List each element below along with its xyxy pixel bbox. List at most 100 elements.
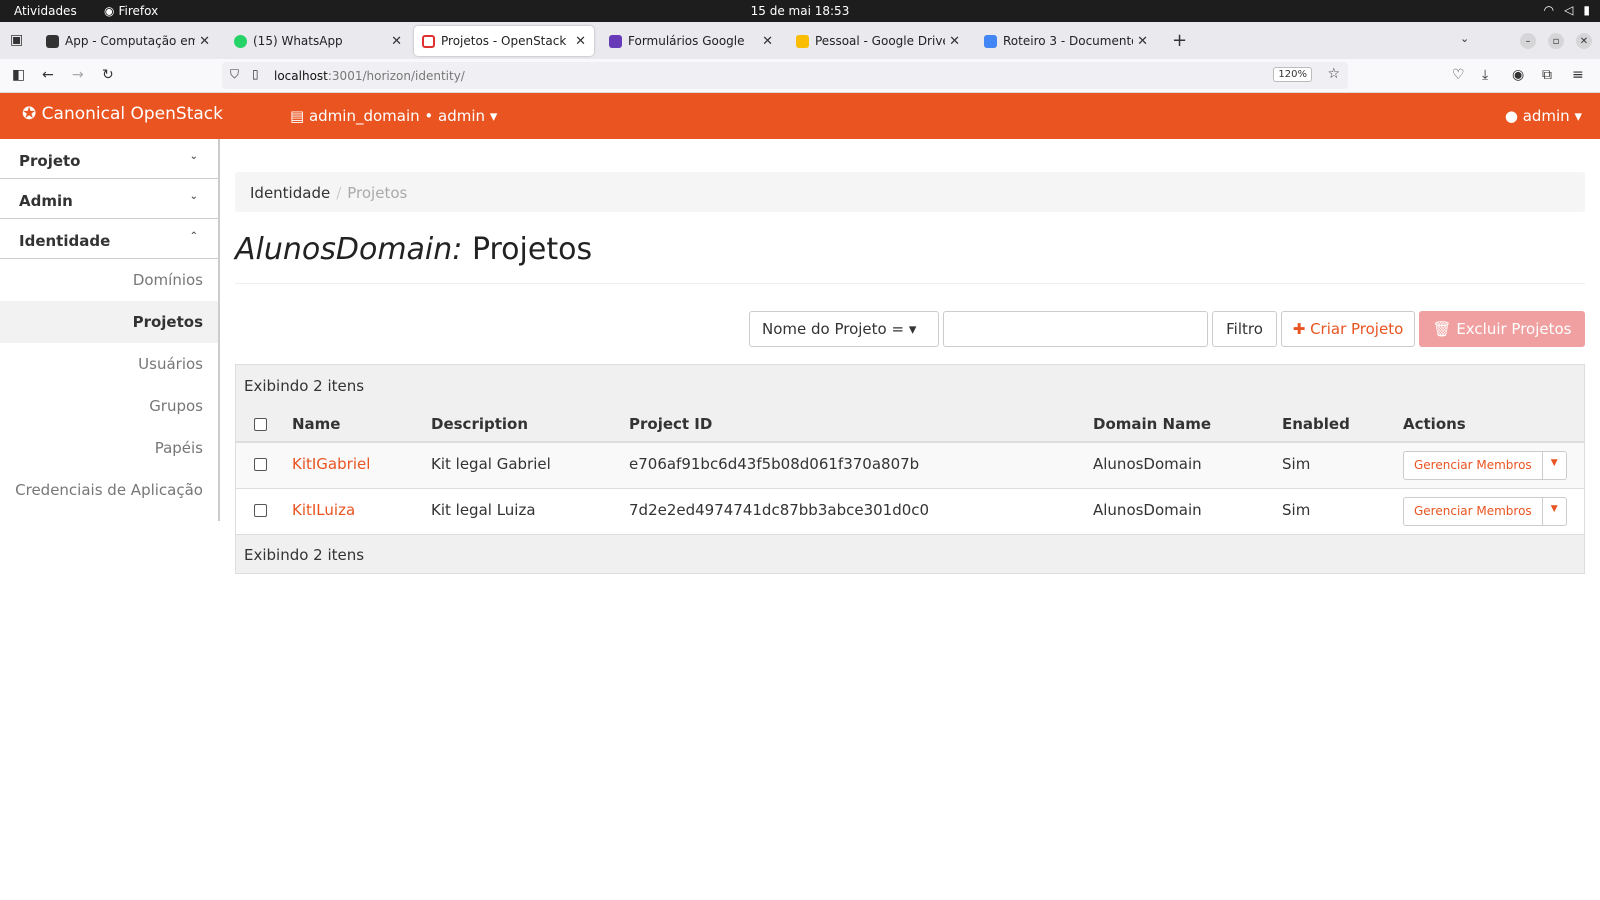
browser-nav-bar: ◧ ← → ↻ ⛉ ▯ localhost:3001/horizon/ident… — [0, 59, 1600, 93]
domain-project-selector[interactable]: ▤ admin_domain • admin ▾ — [290, 107, 497, 125]
create-project-label: Criar Projeto — [1310, 320, 1404, 338]
new-tab-icon[interactable]: + — [1172, 30, 1187, 51]
project-name-link[interactable]: KitIGabriel — [292, 455, 370, 473]
breadcrumb-root[interactable]: Identidade — [250, 184, 330, 202]
menu-icon[interactable]: ≡ — [1572, 67, 1584, 83]
browser-tab-0[interactable]: App - Computação em Nu✕ — [38, 26, 218, 56]
row-actions-dropdown-icon[interactable]: ▼ — [1543, 452, 1566, 479]
tab-list-icon[interactable]: ⌄ — [1460, 32, 1469, 45]
browser-tab-bar: ▣ App - Computação em Nu✕ (15) WhatsApp✕… — [0, 22, 1600, 59]
clock[interactable]: 15 de mai 18:53 — [0, 4, 1600, 18]
download-icon[interactable]: ⤓ — [1482, 67, 1488, 83]
brand-logo[interactable]: ✪ Canonical OpenStack — [22, 104, 223, 124]
table-actions: Nome do Projeto = ▾ Filtro ✚ Criar Proje… — [235, 284, 1585, 364]
table-footer: Exibindo 2 itens — [236, 535, 1584, 573]
sidebar-item-usuarios[interactable]: Usuários — [0, 343, 218, 385]
close-tab-icon[interactable]: ✕ — [575, 34, 586, 49]
close-tab-icon[interactable]: ✕ — [949, 34, 960, 49]
openstack-header: ✪ Canonical OpenStack ▤ admin_domain • a… — [0, 93, 1600, 139]
minimize-icon[interactable]: – — [1520, 33, 1536, 49]
table-row: KitIGabriel Kit legal Gabriel e706af91bc… — [236, 443, 1584, 489]
column-header-description[interactable]: Description — [431, 415, 528, 433]
user-icon: ● — [1504, 107, 1518, 125]
table-row: KitILuiza Kit legal Luiza 7d2e2ed4974741… — [236, 489, 1584, 535]
row-checkbox[interactable] — [254, 504, 267, 517]
folder-icon: ▤ — [290, 107, 305, 125]
manage-members-button[interactable]: Gerenciar Membros — [1404, 498, 1543, 525]
sidebar-section-admin[interactable]: Admin ⌄ — [0, 179, 218, 219]
filter-button[interactable]: Filtro — [1212, 311, 1277, 347]
sidebar-item-papeis[interactable]: Papéis — [0, 427, 218, 469]
tab-title: Formulários Google — [628, 34, 745, 48]
shield-icon[interactable]: ⛉ — [230, 67, 239, 82]
project-id: e706af91bc6d43f5b08d061f370a807b — [629, 455, 920, 473]
manage-members-button[interactable]: Gerenciar Membros — [1404, 452, 1543, 479]
sidebar-item-projetos[interactable]: Projetos — [0, 301, 218, 343]
user-menu[interactable]: ● admin ▾ — [1505, 107, 1582, 125]
section-label: Projeto — [19, 152, 81, 170]
system-top-bar: Atividades ◉ Firefox 15 de mai 18:53 ◠ ◁ ▮ — [0, 0, 1600, 22]
extensions-icon[interactable]: ⧉ — [1542, 67, 1552, 83]
tab-favicon — [984, 34, 997, 48]
sidebar-section-identidade[interactable]: Identidade ⌃ — [0, 219, 218, 259]
project-enabled: Sim — [1282, 501, 1311, 519]
column-header-domain-name[interactable]: Domain Name — [1093, 415, 1211, 433]
column-header-project-id[interactable]: Project ID — [629, 415, 712, 433]
delete-projects-button[interactable]: 🗑 Excluir Projetos — [1419, 311, 1585, 347]
reload-icon[interactable]: ↻ — [102, 67, 114, 83]
sidebar-toggle-icon[interactable]: ◧ — [12, 67, 25, 83]
chevron-down-icon: ⌄ — [189, 151, 198, 162]
tab-overview-icon[interactable]: ▣ — [10, 32, 23, 48]
browser-tab-5[interactable]: Roteiro 3 - Documentos G ✕ — [976, 26, 1156, 56]
column-header-enabled[interactable]: Enabled — [1282, 415, 1350, 433]
row-checkbox[interactable] — [254, 458, 267, 471]
caret-down-icon: ▾ — [489, 107, 498, 125]
breadcrumb: Identidade / Projetos — [235, 172, 1585, 212]
close-window-icon[interactable]: ✕ — [1576, 33, 1592, 49]
project-name-link[interactable]: KitILuiza — [292, 501, 355, 519]
close-tab-icon[interactable]: ✕ — [762, 34, 773, 49]
forward-icon[interactable]: → — [72, 67, 84, 83]
url-path: :3001/horizon/identity/ — [327, 68, 465, 83]
sidebar-item-credenciais[interactable]: Credenciais de Aplicação — [0, 469, 218, 511]
manage-members-button-group: Gerenciar Membros ▼ — [1403, 451, 1567, 480]
close-tab-icon[interactable]: ✕ — [391, 34, 402, 49]
row-actions-dropdown-icon[interactable]: ▼ — [1543, 498, 1566, 525]
filter-field-select[interactable]: Nome do Projeto = ▾ — [749, 311, 939, 347]
system-tray[interactable]: ◠ ◁ ▮ — [1544, 3, 1590, 17]
close-tab-icon[interactable]: ✕ — [1137, 34, 1148, 49]
bookmark-star-icon[interactable]: ☆ — [1327, 66, 1340, 82]
tab-title: Roteiro 3 - Documentos G — [1003, 34, 1133, 48]
zoom-indicator[interactable]: 120% — [1273, 67, 1312, 82]
openstack-logo-icon: ✪ — [22, 104, 37, 124]
manage-members-button-group: Gerenciar Membros ▼ — [1403, 497, 1567, 526]
url-bar[interactable]: ⛉ ▯ localhost:3001/horizon/identity/ 120… — [222, 62, 1348, 89]
section-label: Admin — [19, 192, 73, 210]
filter-input[interactable] — [943, 311, 1208, 347]
browser-tab-3[interactable]: Formulários Google ✕ — [601, 26, 781, 56]
pocket-icon[interactable]: ♡ — [1452, 67, 1465, 83]
column-header-name[interactable]: Name — [292, 415, 340, 433]
browser-tab-2[interactable]: Projetos - OpenStack Das ✕ — [414, 26, 594, 56]
browser-tab-4[interactable]: Pessoal - Google Drive ✕ — [788, 26, 968, 56]
page-info-icon[interactable]: ▯ — [252, 67, 259, 81]
account-icon[interactable]: ◉ — [1512, 67, 1524, 83]
tab-favicon — [422, 34, 435, 48]
sidebar-item-dominios[interactable]: Domínios — [0, 259, 218, 301]
sidebar: Projeto ⌄ Admin ⌄ Identidade ⌃ Domínios Pro… — [0, 139, 220, 521]
maximize-icon[interactable]: ▫ — [1548, 33, 1564, 49]
sidebar-item-grupos[interactable]: Grupos — [0, 385, 218, 427]
close-tab-icon[interactable]: ✕ — [199, 34, 210, 49]
back-icon[interactable]: ← — [42, 67, 54, 83]
trash-icon: 🗑 — [1432, 320, 1452, 338]
project-enabled: Sim — [1282, 455, 1311, 473]
browser-tab-1[interactable]: (15) WhatsApp ✕ — [226, 26, 410, 56]
brand-name: Canonical OpenStack — [41, 104, 223, 124]
tab-favicon — [234, 34, 247, 48]
create-project-button[interactable]: ✚ Criar Projeto — [1281, 311, 1415, 347]
caret-down-icon: ▾ — [1574, 107, 1582, 125]
column-header-actions: Actions — [1403, 415, 1466, 433]
chevron-down-icon: ⌄ — [189, 191, 198, 202]
select-all-checkbox[interactable] — [254, 418, 267, 431]
sidebar-section-projeto[interactable]: Projeto ⌄ — [0, 139, 218, 179]
